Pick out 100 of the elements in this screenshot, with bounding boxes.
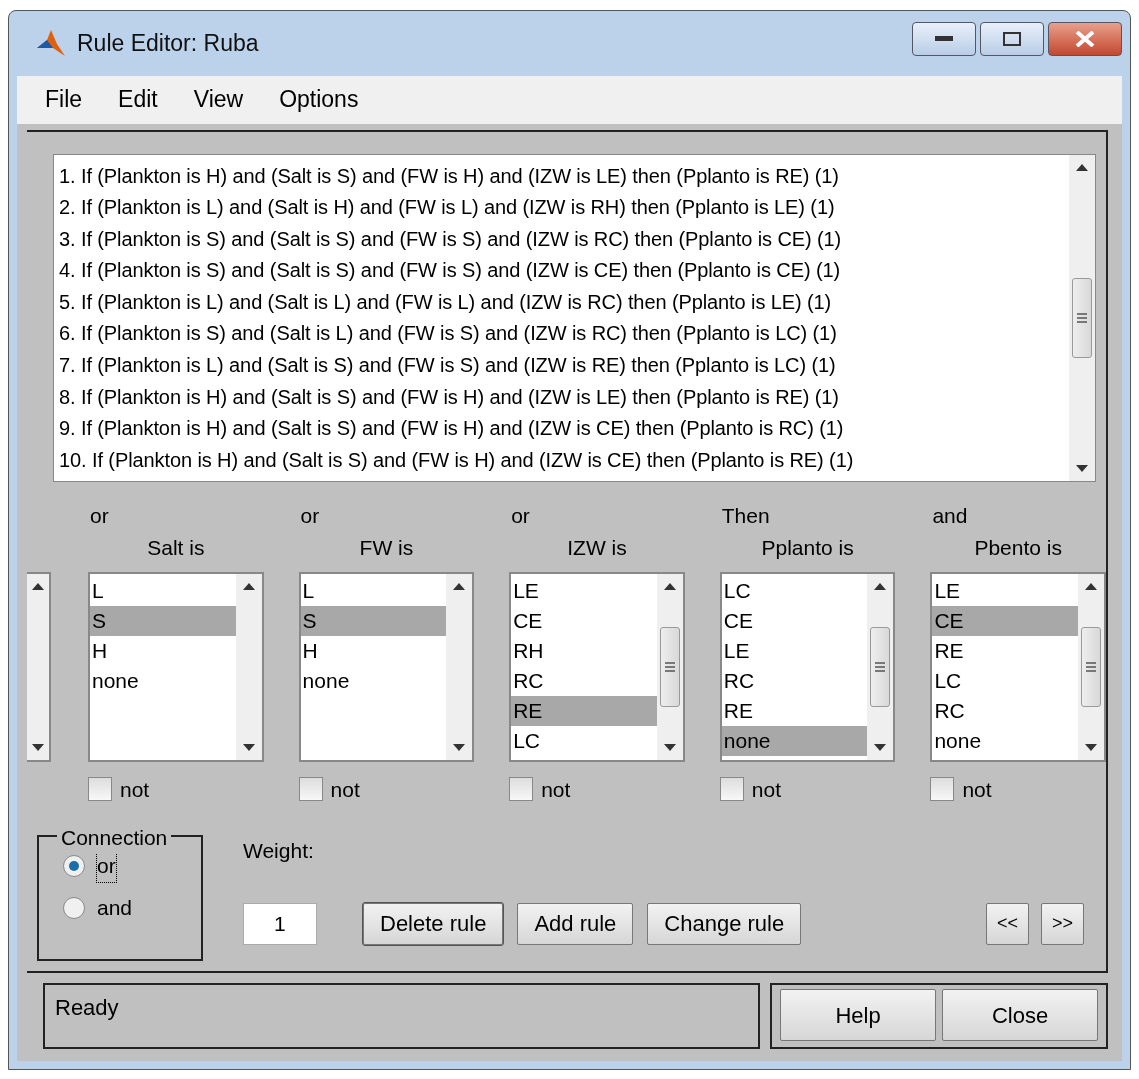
scroll-up-icon[interactable] [874, 581, 887, 590]
scroll-down-icon[interactable] [874, 743, 887, 752]
list-option[interactable]: none [90, 665, 236, 696]
scroll-bar[interactable] [1077, 573, 1104, 760]
list-option[interactable]: L [90, 575, 236, 606]
list-option[interactable]: S [300, 605, 447, 636]
scroll-up-icon[interactable] [663, 581, 676, 590]
weight-label: Weight: [243, 838, 315, 864]
list-option[interactable]: RH [511, 635, 657, 666]
rule-item[interactable]: 9. If (Plankton is H) and (Salt is S) and (FW is H) and (IZW is CE) then (Pplanto is RC) (1) [59, 413, 1069, 445]
radio-button[interactable] [63, 855, 85, 877]
scroll-bar[interactable] [27, 571, 51, 762]
list-option[interactable]: CE [511, 605, 657, 636]
list-option[interactable]: LC [721, 575, 868, 606]
scroll-thumb[interactable] [1080, 626, 1101, 707]
not-checkbox[interactable] [298, 777, 323, 802]
list-option[interactable]: CE [721, 605, 868, 636]
variable-label: Pplanto is [760, 534, 855, 561]
list-option[interactable]: LE [511, 575, 657, 606]
rule-item[interactable]: 8. If (Plankton is H) and (Salt is S) and (FW is H) and (IZW is LE) then (Pplanto is RE) (1) [59, 381, 1069, 414]
scroll-bar[interactable] [446, 573, 473, 760]
scroll-up-icon[interactable] [242, 581, 255, 590]
not-checkbox[interactable] [930, 777, 955, 802]
rule-item[interactable]: 10. If (Plankton is H) and (Salt is S) and (FW is H) and (IZW is CE) then (Pplanto is RE) (1) [59, 444, 1069, 477]
not-label: not [541, 776, 571, 803]
connector-label: Then [721, 502, 771, 529]
connector-label: or [90, 502, 110, 529]
scroll-down-icon[interactable] [1084, 743, 1097, 752]
maximize-button[interactable] [980, 22, 1044, 57]
footer-button[interactable]: Close [942, 989, 1098, 1041]
scroll-bar[interactable] [235, 573, 262, 760]
not-label: not [962, 776, 992, 803]
minimize-button[interactable] [912, 22, 976, 57]
scroll-bar[interactable] [867, 573, 894, 760]
rule-item[interactable]: 4. If (Plankton is S) and (Salt is S) and (FW is S) and (IZW is CE) then (Pplanto is CE) (1) [59, 255, 1069, 287]
connector-label: and [932, 502, 969, 529]
weight-field[interactable]: 1 [243, 902, 317, 945]
listbox[interactable]: LC CE LE RC RE none [719, 571, 896, 762]
list-option[interactable]: RE [721, 695, 868, 726]
listbox[interactable]: L S H none [298, 571, 475, 762]
close-window-button[interactable] [1048, 22, 1122, 57]
not-checkbox[interactable] [509, 777, 534, 802]
listbox[interactable]: LE CE RH RC RE LC [509, 571, 685, 762]
scroll-down-icon[interactable] [242, 743, 255, 752]
rule-item[interactable]: 1. If (Plankton is H) and (Salt is S) and (FW is H) and (IZW is LE) then (Pplanto is RE) (1) [59, 160, 1069, 193]
rule-item[interactable]: 2. If (Plankton is L) and (Salt is H) and (FW is L) and (IZW is RH) then (Pplanto is LE) (1) [59, 192, 1069, 224]
radio-button[interactable] [63, 897, 85, 919]
scroll-up-icon[interactable] [1076, 162, 1088, 171]
list-option[interactable]: H [300, 635, 447, 666]
listbox[interactable]: L S H none [88, 571, 264, 762]
menu-item[interactable]: File [27, 82, 101, 117]
scroll-up-icon[interactable] [453, 581, 466, 590]
rule-button[interactable]: Change rule [647, 902, 802, 945]
footer-button[interactable]: Help [780, 989, 936, 1041]
rule-button[interactable]: Add rule [517, 902, 634, 945]
menu-item[interactable]: Options [261, 82, 377, 117]
list-option[interactable]: none [721, 725, 868, 756]
not-checkbox[interactable] [88, 777, 112, 802]
scroll-bar[interactable] [656, 573, 683, 760]
scroll-up-icon[interactable] [1084, 581, 1097, 590]
not-label: not [120, 776, 150, 803]
rule-item[interactable]: 5. If (Plankton is L) and (Salt is L) and (FW is L) and (IZW is RC) then (Pplanto is LE) (1) [59, 286, 1069, 319]
scroll-down-icon[interactable] [32, 743, 44, 752]
list-option[interactable]: H [90, 635, 236, 666]
rule-item[interactable]: 7. If (Plankton is L) and (Salt is S) and (FW is S) and (IZW is RE) then (Pplanto is LC) (1) [59, 350, 1069, 382]
list-option[interactable]: LE [721, 635, 868, 666]
list-option[interactable]: RE [511, 695, 657, 726]
not-label: not [330, 776, 360, 803]
list-option[interactable]: RE [932, 635, 1078, 666]
list-option[interactable]: RC [721, 665, 868, 696]
window-title: Rule Editor: Ruba [77, 29, 259, 58]
scroll-thumb[interactable] [659, 626, 680, 707]
rule-item[interactable]: 3. If (Plankton is S) and (Salt is S) and (FW is S) and (IZW is RC) then (Pplanto is CE) (1) [59, 223, 1069, 256]
nav-button[interactable]: >> [1040, 902, 1084, 945]
list-option[interactable]: none [300, 665, 447, 696]
menu-item[interactable]: Edit [100, 82, 176, 117]
scroll-thumb[interactable] [870, 626, 891, 707]
list-option[interactable]: LE [932, 575, 1078, 606]
listbox[interactable]: LE CE RE LC RC none [930, 571, 1106, 762]
rule-list[interactable] [53, 153, 1096, 482]
radio-label: and [97, 895, 133, 922]
scroll-down-icon[interactable] [453, 743, 466, 752]
scroll-up-icon[interactable] [32, 581, 44, 590]
scroll-down-icon[interactable] [1076, 464, 1088, 473]
scroll-down-icon[interactable] [663, 743, 676, 752]
list-option[interactable]: none [932, 725, 1078, 756]
list-option[interactable]: L [300, 575, 447, 606]
rule-button[interactable]: Delete rule [363, 902, 504, 945]
not-label: not [751, 776, 781, 803]
list-option[interactable]: S [90, 605, 236, 636]
not-checkbox[interactable] [719, 777, 744, 802]
list-option[interactable]: LC [511, 725, 657, 756]
list-option[interactable]: LC [932, 665, 1078, 696]
nav-button[interactable]: << [985, 902, 1029, 945]
scroll-thumb[interactable] [1072, 277, 1092, 358]
rule-item[interactable]: 6. If (Plankton is S) and (Salt is L) and (FW is S) and (IZW is RC) then (Pplanto is LC) (1) [59, 318, 1069, 351]
list-option[interactable]: CE [932, 605, 1078, 636]
list-option[interactable]: RC [932, 695, 1078, 726]
list-option[interactable]: RC [511, 665, 657, 696]
menu-item[interactable]: View [175, 82, 262, 117]
